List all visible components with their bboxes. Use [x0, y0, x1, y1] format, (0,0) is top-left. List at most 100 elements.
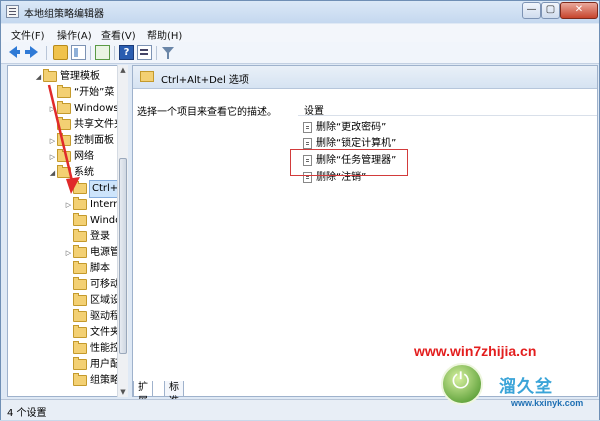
tree-item[interactable]: “开始”菜 [48, 85, 114, 101]
tree-item-label: 性能控 [90, 343, 120, 354]
status-text: 4 个设置 [7, 408, 47, 419]
expand-toggle-icon[interactable]: ▷ [48, 101, 57, 117]
tree-item[interactable]: 共享文件夹 [48, 117, 124, 133]
menu-help[interactable]: 帮助(H) [147, 27, 182, 42]
tree-item-label: 管理模板 [60, 71, 100, 82]
properties-icon[interactable] [137, 45, 152, 60]
tree-item-label: “开始”菜 [74, 87, 115, 98]
folder-icon [73, 213, 87, 226]
tree-item-label: 文件夹 [90, 327, 120, 338]
tab-standard[interactable]: 标准 [164, 381, 184, 407]
policy-setting-icon [303, 122, 312, 133]
export-list-icon[interactable] [95, 45, 110, 60]
filter-icon[interactable] [161, 45, 176, 60]
forward-arrow-icon [25, 46, 38, 58]
back-button[interactable] [7, 45, 22, 60]
tree-item[interactable]: 脚本 [64, 261, 110, 277]
tree-item[interactable]: 驱动程 [64, 309, 120, 325]
tree-item[interactable]: 区域设 [64, 293, 120, 309]
expand-toggle-icon[interactable]: ▷ [64, 197, 73, 213]
tree-item[interactable]: 性能控 [64, 341, 120, 357]
tree-item[interactable]: ◢ 管理模板 [34, 69, 100, 85]
show-tree-icon[interactable] [71, 45, 86, 60]
setting-item[interactable]: 删除“更改密码” [303, 120, 386, 136]
policy-setting-icon [303, 138, 312, 149]
folder-icon [73, 229, 87, 242]
column-header-label: 设置 [304, 106, 324, 117]
tree-item[interactable]: ◢ 系统 [48, 165, 94, 181]
folder-icon [57, 149, 71, 162]
tree-item[interactable]: ▷ Intern [64, 197, 120, 213]
expand-toggle-icon[interactable]: ▷ [48, 133, 57, 149]
back-arrow-icon [9, 46, 20, 58]
funnel-icon [162, 47, 174, 59]
tree-item[interactable]: Windo [64, 213, 121, 229]
folder-icon [57, 165, 71, 178]
close-button[interactable]: ✕ [560, 2, 598, 19]
tree-item-label: 系统 [74, 167, 94, 178]
toolbar-separator [156, 46, 157, 60]
app-window: 本地组策略编辑器 — ▢ ✕ 文件(F) 操作(A) 查看(V) 帮助(H) ?… [0, 0, 600, 420]
menu-action[interactable]: 操作(A) [57, 27, 92, 42]
tree-item-label: Intern [90, 199, 120, 210]
folder-icon [73, 181, 87, 194]
tree-item-label: 网络 [74, 151, 94, 162]
tree-item[interactable]: 可移动 [64, 277, 120, 293]
tree-item[interactable]: ▷ 电源管 [64, 245, 120, 261]
menu-file[interactable]: 文件(F) [11, 27, 45, 42]
folder-icon [73, 325, 87, 338]
watermark-site-name: 溜久坌 [499, 377, 553, 396]
folder-icon [57, 85, 71, 98]
folder-icon [73, 293, 87, 306]
folder-icon [73, 341, 87, 354]
pane-title: Ctrl+Alt+Del 选项 [161, 75, 249, 86]
tree-pane[interactable]: ◢ 管理模板 “开始”菜 ▷ Windows 共享文件夹 ▷ 控制面板 ▷ 网络 ◢ 系统 Ctrl+A… [7, 65, 128, 397]
window-title: 本地组策略编辑器 [24, 9, 104, 20]
tree-item[interactable]: 登录 [64, 229, 110, 245]
tree-item[interactable]: 用户配 [64, 357, 120, 373]
tree-item[interactable]: 文件夹 [64, 325, 120, 341]
folder-icon [140, 71, 154, 82]
watermark-url: www.win7zhijia.cn [414, 343, 537, 359]
folder-icon [73, 373, 87, 386]
description-text: 选择一个项目来查看它的描述。 [137, 107, 277, 118]
help-icon[interactable]: ? [119, 45, 134, 60]
folder-icon [73, 197, 87, 210]
folder-icon [73, 357, 87, 370]
forward-button[interactable] [25, 45, 40, 60]
tab-extended[interactable]: 扩展 [133, 381, 153, 407]
folder-icon [57, 101, 71, 114]
tree-item-label: 电源管 [90, 247, 120, 258]
scroll-up-icon[interactable]: ▲ [118, 65, 128, 75]
tree-scrollbar[interactable]: ▲ ▼ [117, 65, 128, 397]
tree-item[interactable]: ▷ 网络 [48, 149, 94, 165]
tree-item-label: Windows [74, 103, 119, 114]
tree-item[interactable]: 组策略 [64, 373, 120, 389]
scroll-thumb[interactable] [119, 158, 127, 354]
expand-toggle-icon[interactable]: ▷ [64, 245, 73, 261]
tree-item[interactable]: ▷ Windows [48, 101, 119, 117]
folder-icon [73, 245, 87, 258]
minimize-button[interactable]: — [522, 2, 541, 19]
expand-toggle-icon[interactable]: ▷ [48, 149, 57, 165]
tree-item-label: 用户配 [90, 359, 120, 370]
menu-view[interactable]: 查看(V) [101, 27, 136, 42]
folder-icon [73, 277, 87, 290]
toolbar-separator [90, 46, 91, 60]
tree-item-label: 登录 [90, 231, 110, 242]
up-folder-icon[interactable] [53, 45, 68, 60]
folder-icon [43, 69, 57, 82]
scroll-down-icon[interactable]: ▼ [118, 387, 128, 397]
maximize-button[interactable]: ▢ [541, 2, 560, 19]
toolbar-separator [46, 46, 47, 60]
expand-toggle-icon[interactable]: ◢ [48, 165, 57, 181]
folder-icon [73, 309, 87, 322]
tree-item-label: 控制面板 [74, 135, 114, 146]
column-header-setting[interactable]: 设置 [298, 99, 597, 117]
expand-toggle-icon[interactable]: ◢ [34, 69, 43, 85]
tree-item-label: 驱动程 [90, 311, 120, 322]
toolbar: ? [1, 42, 599, 64]
menu-bar: 文件(F) 操作(A) 查看(V) 帮助(H) [1, 24, 599, 42]
setting-label: 删除“更改密码” [316, 122, 387, 133]
tree-item[interactable]: ▷ 控制面板 [48, 133, 114, 149]
